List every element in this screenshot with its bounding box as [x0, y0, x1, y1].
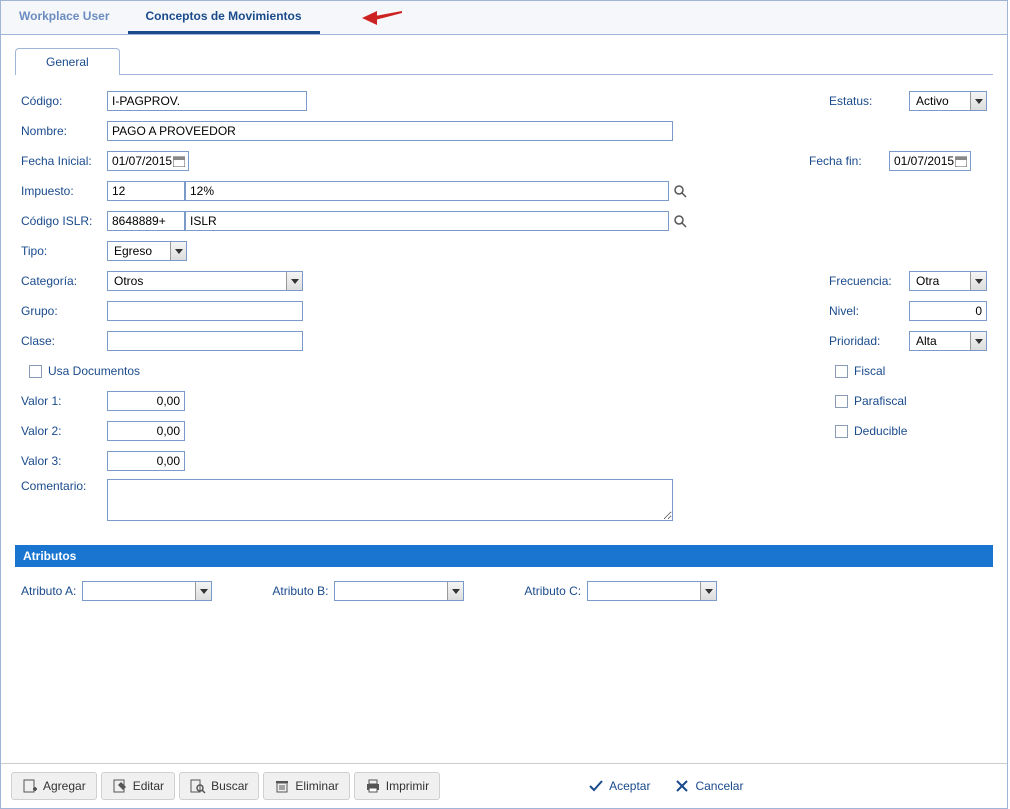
label-fiscal: Fiscal — [854, 364, 885, 378]
label-nivel: Nivel: — [829, 304, 903, 318]
frecuencia-select[interactable]: Otra — [909, 271, 987, 291]
valor1-input[interactable] — [107, 391, 185, 411]
prioridad-select[interactable]: Alta — [909, 331, 987, 351]
label-clase: Clase: — [21, 334, 107, 348]
atributo-c-select[interactable] — [587, 581, 717, 601]
editar-button[interactable]: Editar — [101, 772, 175, 800]
eliminar-button[interactable]: Eliminar — [263, 772, 349, 800]
search-icon[interactable] — [673, 184, 687, 198]
tipo-select[interactable]: Egreso — [107, 241, 187, 261]
add-icon — [22, 778, 38, 794]
tab-conceptos-movimientos[interactable]: Conceptos de Movimientos — [128, 1, 320, 34]
imprimir-button[interactable]: Imprimir — [354, 772, 440, 800]
label-tipo: Tipo: — [21, 244, 107, 258]
label-deducible: Deducible — [854, 424, 907, 438]
nivel-input[interactable] — [909, 301, 987, 321]
label-codigo-islr: Código ISLR: — [21, 214, 107, 228]
nombre-input[interactable] — [107, 121, 673, 141]
codigo-input[interactable] — [107, 91, 307, 111]
tab-workplace-user[interactable]: Workplace User — [1, 1, 128, 34]
comentario-textarea[interactable] — [107, 479, 673, 521]
usa-documentos-checkbox[interactable] — [29, 365, 42, 378]
label-atributo-a: Atributo A: — [21, 584, 76, 598]
label-valor2: Valor 2: — [21, 424, 107, 438]
grupo-input[interactable] — [107, 301, 303, 321]
label-atributo-c: Atributo C: — [524, 584, 581, 598]
impuesto-desc-input[interactable] — [185, 181, 669, 201]
clase-input[interactable] — [107, 331, 303, 351]
label-parafiscal: Parafiscal — [854, 394, 907, 408]
atributos-header: Atributos — [15, 545, 993, 567]
label-comentario: Comentario: — [21, 479, 107, 493]
label-usa-documentos: Usa Documentos — [48, 364, 140, 378]
aceptar-button[interactable]: Aceptar — [578, 773, 660, 799]
label-codigo: Código: — [21, 94, 107, 108]
label-valor1: Valor 1: — [21, 394, 107, 408]
label-estatus: Estatus: — [829, 94, 903, 108]
cancelar-button[interactable]: Cancelar — [664, 773, 753, 799]
impuesto-codigo-input[interactable] — [107, 181, 185, 201]
islr-desc-input[interactable] — [185, 211, 669, 231]
calendar-icon[interactable] — [171, 153, 187, 169]
calendar-icon[interactable] — [953, 153, 969, 169]
print-icon — [365, 778, 381, 794]
edit-icon — [112, 778, 128, 794]
atributo-a-select[interactable] — [82, 581, 212, 601]
search-icon — [190, 778, 206, 794]
label-grupo: Grupo: — [21, 304, 107, 318]
check-icon — [588, 778, 604, 794]
top-tabs: Workplace User Conceptos de Movimientos — [1, 1, 1007, 35]
trash-icon — [274, 778, 290, 794]
buscar-button[interactable]: Buscar — [179, 772, 259, 800]
label-atributo-b: Atributo B: — [272, 584, 328, 598]
inner-tabs: General — [15, 47, 993, 75]
valor2-input[interactable] — [107, 421, 185, 441]
categoria-select[interactable]: Otros — [107, 271, 303, 291]
label-frecuencia: Frecuencia: — [829, 274, 903, 288]
parafiscal-checkbox[interactable] — [835, 395, 848, 408]
label-valor3: Valor 3: — [21, 454, 107, 468]
atributo-b-select[interactable] — [334, 581, 464, 601]
label-prioridad: Prioridad: — [829, 334, 903, 348]
fiscal-checkbox[interactable] — [835, 365, 848, 378]
islr-codigo-input[interactable] — [107, 211, 185, 231]
close-icon — [674, 778, 690, 794]
deducible-checkbox[interactable] — [835, 425, 848, 438]
label-nombre: Nombre: — [21, 124, 107, 138]
label-fecha-inicial: Fecha Inicial: — [21, 154, 107, 168]
agregar-button[interactable]: Agregar — [11, 772, 97, 800]
label-fecha-fin: Fecha fin: — [809, 154, 883, 168]
search-icon[interactable] — [673, 214, 687, 228]
tab-general[interactable]: General — [15, 48, 120, 75]
toolbar: Agregar Editar Buscar Eliminar Imprimir … — [1, 763, 1007, 808]
valor3-input[interactable] — [107, 451, 185, 471]
label-categoria: Categoría: — [21, 274, 107, 288]
estatus-select[interactable]: Activo — [909, 91, 987, 111]
label-impuesto: Impuesto: — [21, 184, 107, 198]
pointer-arrow-icon — [357, 7, 403, 27]
